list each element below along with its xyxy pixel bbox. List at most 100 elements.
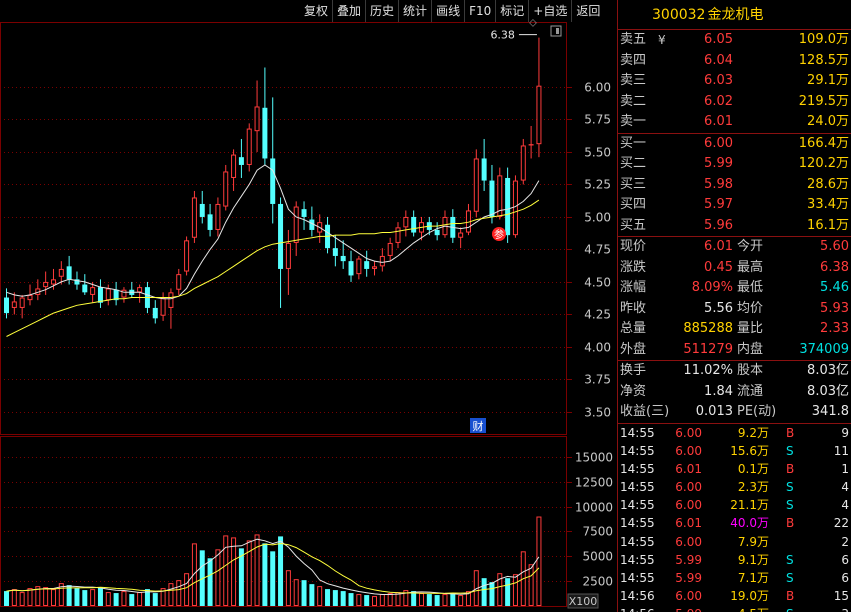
volume-bar: [270, 551, 276, 606]
currency-mark: ¥: [658, 33, 666, 47]
candle-body: [364, 261, 370, 269]
buy-level-price: 5.97: [704, 197, 733, 212]
buy-level-volume: 33.4万: [807, 197, 849, 212]
stat-row: 涨幅 8.09% 最低 5.46: [618, 278, 851, 299]
sell-level-volume: 24.0万: [807, 114, 849, 129]
toolbar-button-8[interactable]: 返回: [571, 0, 604, 22]
toolbar-button-4[interactable]: 画线: [431, 0, 464, 22]
sell-level-price: 6.03: [704, 73, 733, 88]
toolbar-button-3[interactable]: 统计: [398, 0, 431, 22]
sell-level-label: 卖五: [620, 32, 647, 47]
toolbar-button-2[interactable]: 历史: [365, 0, 398, 22]
sell-level-price: 6.01: [704, 114, 733, 129]
candle-body: [403, 216, 409, 228]
toolbar-button-5[interactable]: F10: [464, 0, 495, 22]
trade-volume: 7.1万: [737, 571, 769, 585]
volume-bar: [121, 591, 127, 607]
trade-time: 14:55: [620, 443, 655, 458]
fundamental-value: 11.02%: [683, 363, 733, 378]
volume-bar: [262, 543, 268, 606]
trade-count: 22: [833, 516, 849, 531]
volume-bar: [90, 589, 96, 606]
sell-level-label: 卖二: [620, 93, 647, 109]
sell-level-row: 卖二 6.02 219.5万: [618, 92, 851, 113]
volume-bar: [74, 588, 80, 606]
trade-time: 14:55: [620, 425, 655, 440]
price-axis-label: 5.50: [584, 146, 611, 160]
toolbar-button-7[interactable]: +自选: [528, 0, 571, 22]
trade-row: 14:55 6.00 2.3万 S 4: [618, 478, 851, 496]
quote-panel: 300032 金龙机电 卖五 6.05 109.0万 ¥ 卖四 6.04 128.5万 卖三 6.…: [617, 0, 851, 612]
volume-bar: [184, 573, 190, 606]
candle-body: [191, 197, 197, 238]
volume-bar: [215, 549, 221, 606]
trade-volume: 4.5万: [713, 605, 769, 612]
candle-body: [238, 157, 244, 165]
candle-body: [262, 107, 268, 159]
candle-body: [207, 214, 213, 230]
fundamental-label: 换手: [620, 363, 647, 378]
candle-body: [231, 154, 237, 178]
toolbar-button-6[interactable]: 标记: [495, 0, 528, 22]
volume-axis-label: 7500: [582, 525, 613, 539]
fundamental-row: 净资 1.84 流通 8.03亿: [618, 382, 851, 403]
buy-level-row: 买五 5.96 16.1万: [618, 216, 851, 237]
volume-bar: [458, 595, 464, 606]
buy-level-volume: 16.1万: [807, 217, 849, 233]
volume-bar: [176, 580, 182, 607]
price-axis-label: 5.75: [584, 113, 611, 127]
candle-body: [43, 281, 49, 288]
trade-side: S: [786, 480, 794, 495]
volume-bar: [27, 588, 33, 607]
fundamental-value: 8.03亿: [807, 363, 849, 378]
candle-body: [4, 297, 9, 314]
trade-count: 6: [841, 571, 849, 585]
kline-chart[interactable]: 6.00 5.75 5.50 5.25 5.00 4.75 4.50 4.25 4.00 3.75…: [0, 0, 617, 612]
sell-level-label: 卖三: [620, 73, 647, 88]
stat-value: 2.33: [820, 321, 849, 336]
volume-bar: [293, 579, 299, 606]
volume-bar: [113, 593, 119, 606]
sell-level-volume: 109.0万: [798, 32, 849, 47]
toolbar-button-1[interactable]: 叠加: [332, 0, 365, 22]
stat-row: 涨跌 0.45 最高 6.38: [618, 258, 851, 279]
trade-volume: 21.1万: [730, 498, 769, 513]
volume-bar: [317, 586, 323, 607]
price-axis-label: 5.00: [584, 211, 611, 225]
sell-level-price: 6.02: [704, 93, 733, 109]
volume-bar: [4, 591, 9, 606]
trade-time: 14:56: [620, 589, 655, 604]
volume-bar: [11, 589, 17, 606]
buy-level-price: 6.00: [704, 135, 733, 151]
candle-body: [481, 158, 487, 181]
candle-body: [411, 216, 417, 233]
trade-row: 14:55 6.01 0.1万 B 1: [618, 460, 851, 478]
stat-label: 总量: [620, 321, 647, 336]
trade-volume: 15.6万: [730, 443, 769, 458]
buy-level-volume: 28.6万: [807, 176, 849, 192]
fundamental-label: 净资: [620, 383, 647, 399]
trade-row: 14:55 6.01 40.0万 B 22: [618, 514, 851, 532]
stat-label: 最高: [737, 259, 764, 275]
candle-body: [356, 258, 362, 275]
candle-body: [137, 287, 143, 293]
stat-value: 5.93: [820, 300, 849, 316]
trade-side: B: [786, 589, 795, 604]
stat-label: 内盘: [737, 341, 764, 357]
buy-level-label: 买一: [620, 135, 647, 151]
stat-label: 涨跌: [620, 259, 647, 275]
chart-toolbar: 复权 叠加 历史 统计 画线 F10 标记 +自选 返回: [300, 0, 617, 22]
trade-count: 11: [833, 443, 849, 458]
volume-axis-label: 5000: [582, 550, 613, 564]
finance-badge-label: 财: [473, 419, 484, 433]
trade-row: 14:55 6.00 15.6万 S 11: [618, 442, 851, 460]
trade-side: B: [786, 461, 795, 476]
volume-bar: [231, 537, 237, 606]
trade-volume: 2.3万: [737, 480, 769, 495]
stock-name: 金龙机电: [707, 7, 764, 23]
buy-level-row: 买一 6.00 166.4万: [618, 134, 851, 155]
price-axis-label: 4.25: [584, 308, 611, 322]
toolbar-button-0[interactable]: 复权: [300, 0, 332, 22]
trade-row: 14:56 5.99 4.5万 S 3: [618, 605, 851, 612]
event-badge-label: 参: [494, 228, 504, 241]
